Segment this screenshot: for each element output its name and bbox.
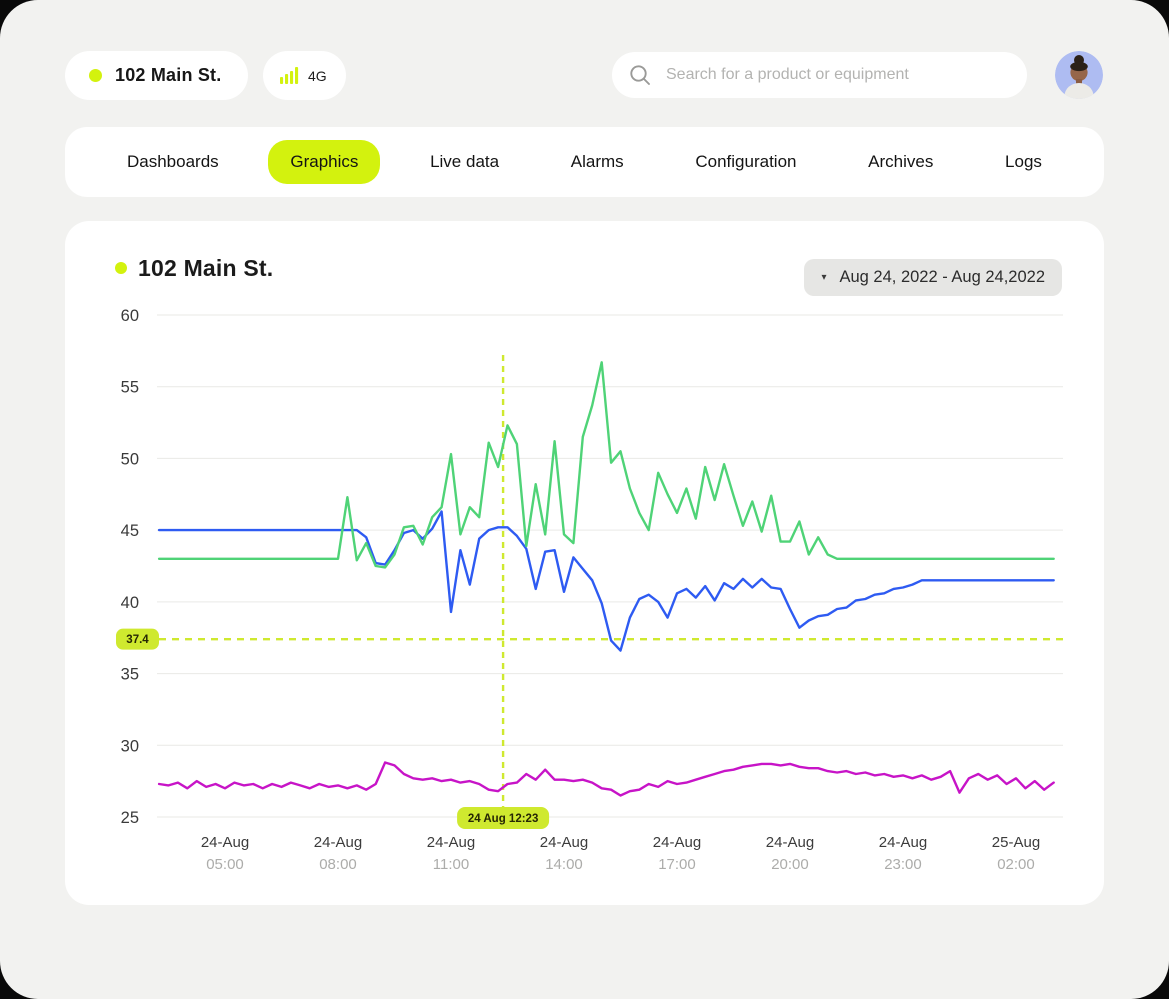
status-dot-icon: [115, 262, 127, 274]
x-axis-date-label: 25-Aug: [992, 834, 1040, 851]
x-axis-time-label: 08:00: [319, 856, 357, 873]
avatar[interactable]: [1055, 51, 1103, 99]
panel-title-label: 102 Main St.: [138, 255, 273, 282]
timestamp-label: 24 Aug 12:23: [468, 813, 539, 825]
series-magenta-line: [159, 763, 1054, 796]
x-axis-date-label: 24-Aug: [540, 834, 588, 851]
search-bar[interactable]: [612, 52, 1027, 98]
location-pill[interactable]: 102 Main St.: [65, 51, 248, 100]
x-axis-date-label: 24-Aug: [766, 834, 814, 851]
x-axis-date-label: 24-Aug: [314, 834, 362, 851]
x-axis-date-label: 24-Aug: [879, 834, 927, 851]
tab-logs[interactable]: Logs: [983, 140, 1064, 184]
series-blue-line: [159, 512, 1054, 651]
threshold-value-label: 37.4: [126, 634, 149, 646]
x-axis-date-label: 24-Aug: [201, 834, 249, 851]
tab-live-data[interactable]: Live data: [408, 140, 521, 184]
date-range-selector[interactable]: ▾ Aug 24, 2022 - Aug 24,2022: [804, 259, 1062, 296]
tab-archives[interactable]: Archives: [846, 140, 955, 184]
nav-tabs: Dashboards Graphics Live data Alarms Configu…: [65, 127, 1104, 197]
caret-down-icon: ▾: [821, 273, 826, 283]
y-axis-label-30: 30: [121, 737, 139, 755]
y-axis-label-40: 40: [121, 594, 139, 612]
y-axis-label-25: 25: [121, 809, 139, 827]
network-pill: 4G: [263, 51, 346, 100]
y-axis-label-55: 55: [121, 379, 139, 397]
x-axis-time-label: 05:00: [206, 856, 244, 873]
signal-bars-icon: [280, 67, 299, 84]
x-axis-date-label: 24-Aug: [427, 834, 475, 851]
chart-panel: 102 Main St. ▾ Aug 24, 2022 - Aug 24,202…: [65, 221, 1104, 905]
network-label: 4G: [308, 68, 327, 84]
search-icon: [629, 64, 651, 86]
tab-configuration[interactable]: Configuration: [673, 140, 818, 184]
app-surface: 102 Main St. 4G Dashboards Graphics Live d…: [0, 0, 1169, 999]
x-axis-time-label: 23:00: [884, 856, 922, 873]
x-axis-time-label: 02:00: [997, 856, 1035, 873]
tab-alarms[interactable]: Alarms: [549, 140, 646, 184]
x-axis-time-label: 20:00: [771, 856, 809, 873]
y-axis-label-45: 45: [121, 522, 139, 540]
series-green-line: [159, 362, 1054, 567]
date-range-label: Aug 24, 2022 - Aug 24,2022: [839, 268, 1045, 287]
search-input[interactable]: [664, 65, 1011, 85]
line-chart[interactable]: 60 55 50 45 40 35 30 25 24-Aug 05:00 24-Aug 08:00 24…: [95, 299, 1080, 887]
status-dot-icon: [89, 69, 102, 82]
panel-title: 102 Main St.: [115, 251, 273, 285]
x-axis-time-label: 14:00: [545, 856, 583, 873]
x-axis-date-label: 24-Aug: [653, 834, 701, 851]
y-axis-label-35: 35: [121, 666, 139, 684]
tab-dashboards[interactable]: Dashboards: [105, 140, 241, 184]
tab-graphics[interactable]: Graphics: [268, 140, 380, 184]
avatar-image: [1055, 51, 1103, 99]
x-axis-time-label: 17:00: [658, 856, 696, 873]
location-label: 102 Main St.: [115, 65, 221, 86]
x-axis-time-label: 11:00: [433, 856, 469, 873]
y-axis-label-50: 50: [121, 450, 139, 468]
y-axis-label-60: 60: [121, 307, 139, 325]
